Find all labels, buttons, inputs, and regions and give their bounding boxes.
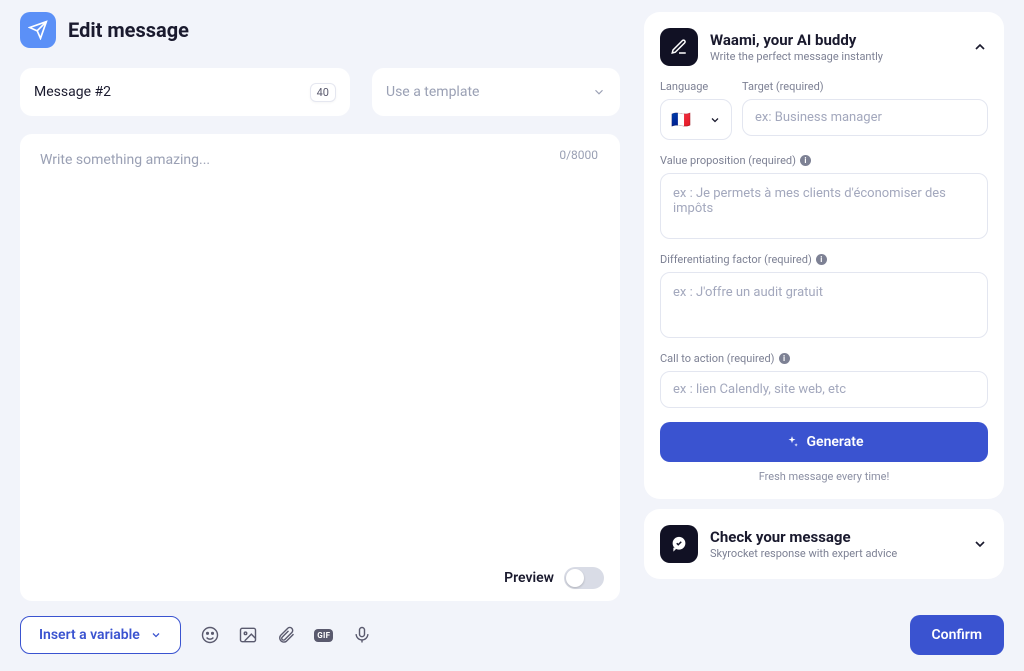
chevron-down-icon xyxy=(592,85,606,99)
diff-label: Differentiating factor (required) xyxy=(660,253,812,266)
paper-plane-icon xyxy=(20,12,56,48)
diff-input[interactable] xyxy=(673,285,975,321)
diff-field[interactable] xyxy=(660,272,988,338)
message-editor[interactable]: 0/8000 xyxy=(20,134,620,601)
message-name-limit: 40 xyxy=(310,83,336,102)
cta-field[interactable] xyxy=(660,371,988,408)
check-panel[interactable]: Check your message Skyrocket response wi… xyxy=(644,509,1004,579)
ai-panel-header[interactable]: Waami, your AI buddy Write the perfect m… xyxy=(660,28,988,66)
confirm-label: Confirm xyxy=(932,627,982,643)
generate-button[interactable]: Generate xyxy=(660,422,988,462)
chevron-down-icon xyxy=(972,536,988,552)
edit-icon xyxy=(660,28,698,66)
generate-label: Generate xyxy=(807,434,864,450)
message-name-input-wrapper[interactable]: 40 xyxy=(20,68,350,116)
check-panel-title: Check your message xyxy=(710,528,960,546)
sparkle-icon xyxy=(785,435,799,449)
char-counter: 0/8000 xyxy=(559,148,598,162)
insert-variable-label: Insert a variable xyxy=(39,627,140,643)
confirm-button[interactable]: Confirm xyxy=(910,615,1004,655)
info-icon[interactable]: i xyxy=(800,155,811,166)
target-label: Target (required) xyxy=(742,80,988,93)
info-icon[interactable]: i xyxy=(816,254,827,265)
message-name-input[interactable] xyxy=(34,84,310,100)
language-label: Language xyxy=(660,80,732,93)
check-bubble-icon xyxy=(660,525,698,563)
chevron-down-icon xyxy=(709,114,721,126)
page-title: Edit message xyxy=(68,18,189,42)
target-input[interactable] xyxy=(755,110,975,125)
insert-variable-button[interactable]: Insert a variable xyxy=(20,616,181,654)
template-select[interactable]: Use a template xyxy=(372,68,620,116)
ai-panel: Waami, your AI buddy Write the perfect m… xyxy=(644,12,1004,499)
chevron-up-icon xyxy=(972,39,988,55)
preview-toggle[interactable] xyxy=(564,567,604,589)
gif-icon[interactable]: GIF xyxy=(313,624,335,646)
value-prop-label: Value proposition (required) xyxy=(660,154,796,167)
preview-toggle-row: Preview xyxy=(504,567,604,589)
ai-panel-title: Waami, your AI buddy xyxy=(710,31,960,49)
cta-input[interactable] xyxy=(673,382,975,397)
info-icon[interactable]: i xyxy=(779,353,790,364)
target-field[interactable] xyxy=(742,99,988,136)
microphone-icon[interactable] xyxy=(351,624,373,646)
message-textarea[interactable] xyxy=(40,152,600,583)
page-header: Edit message xyxy=(20,12,620,48)
image-icon[interactable] xyxy=(237,624,259,646)
check-panel-subtitle: Skyrocket response with expert advice xyxy=(710,547,960,560)
flag-icon: 🇫🇷 xyxy=(671,110,691,129)
cta-label: Call to action (required) xyxy=(660,352,775,365)
template-placeholder: Use a template xyxy=(386,84,479,100)
editor-toolbar: GIF xyxy=(199,624,373,646)
attachment-icon[interactable] xyxy=(275,624,297,646)
value-prop-field[interactable] xyxy=(660,173,988,239)
ai-panel-subtitle: Write the perfect message instantly xyxy=(710,50,960,63)
fresh-note: Fresh message every time! xyxy=(660,470,988,483)
preview-label: Preview xyxy=(504,570,554,586)
chevron-down-icon xyxy=(150,629,162,641)
language-select[interactable]: 🇫🇷 xyxy=(660,99,732,140)
value-prop-input[interactable] xyxy=(673,186,975,222)
emoji-icon[interactable] xyxy=(199,624,221,646)
